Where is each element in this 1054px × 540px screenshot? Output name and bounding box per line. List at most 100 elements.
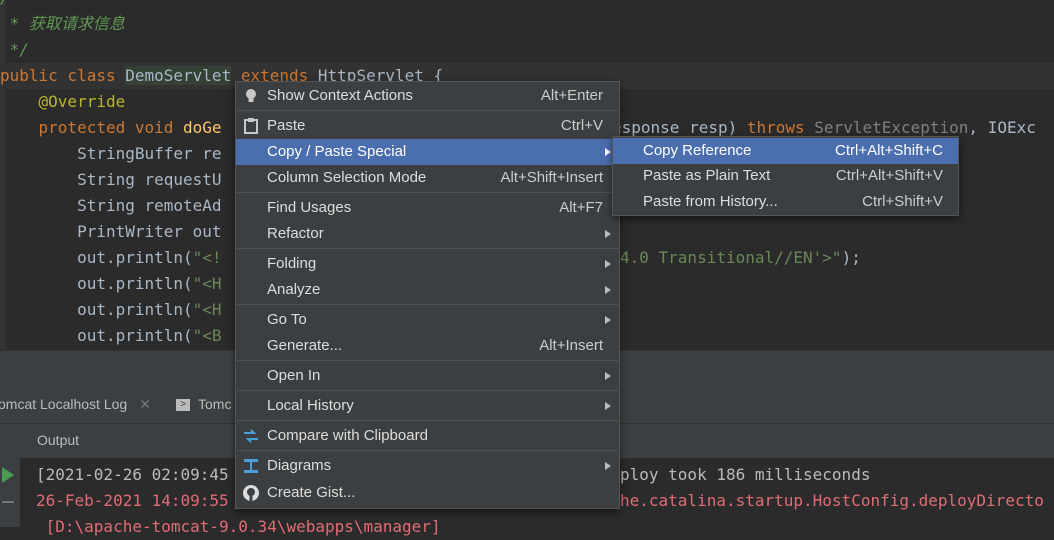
keyword: throws — [746, 118, 815, 137]
submenu-item-copy-reference[interactable]: Copy Reference Ctrl+Alt+Shift+C — [613, 138, 958, 164]
menu-item-shortcut: Alt+Enter — [540, 87, 603, 104]
log-line-2: 26-Feb-2021 14:09:55 — [36, 491, 229, 510]
menu-item-shortcut: Alt+F7 — [559, 199, 603, 216]
menu-item-diagrams[interactable]: Diagrams — [236, 453, 619, 479]
editor-context-menu: Show Context Actions Alt+Enter Paste Ctr… — [235, 81, 620, 509]
code-text: , IOExc — [968, 118, 1036, 137]
menu-item-compare-with-clipboard[interactable]: Compare with Clipboard — [236, 423, 619, 449]
submenu-arrow-icon — [605, 230, 611, 238]
lightbulb-icon — [246, 89, 256, 102]
run-sidebar — [0, 457, 20, 527]
rerun-icon[interactable] — [0, 457, 20, 527]
menu-separator — [237, 390, 618, 391]
menu-item-shortcut: Alt+Shift+Insert — [500, 169, 603, 186]
submenu-arrow-icon — [605, 402, 611, 410]
code-line-13: out.println("<H — [0, 297, 222, 323]
menu-item-label: Paste — [267, 117, 306, 134]
menu-item-analyze[interactable]: Analyze — [236, 277, 619, 303]
method-name: doGe — [183, 118, 222, 137]
submenu-arrow-icon — [605, 286, 611, 294]
menu-separator — [237, 192, 618, 193]
log-line-2-tail: he.catalina.startup.HostConfig.deployDir… — [620, 491, 1044, 510]
menu-item-label: Copy / Paste Special — [267, 143, 407, 160]
menu-item-shortcut: Alt+Insert — [539, 337, 603, 354]
menu-item-label: Open In — [267, 367, 321, 384]
menu-item-label: Folding — [267, 255, 317, 272]
menu-item-label: Copy Reference — [643, 142, 752, 159]
menu-item-paste[interactable]: Paste Ctrl+V — [236, 113, 619, 139]
tab-tomcat-catalina-log[interactable]: > Tomc — [176, 394, 231, 414]
menu-item-folding[interactable]: Folding — [236, 251, 619, 277]
menu-item-column-selection-mode[interactable]: Column Selection Mode Alt+Shift+Insert — [236, 165, 619, 191]
string-literal: "<H — [192, 274, 222, 293]
clipboard-icon — [244, 118, 258, 134]
code-line-3: */ — [0, 40, 29, 59]
menu-item-shortcut: Ctrl+V — [560, 117, 603, 134]
code-line-9: String remoteAd — [0, 196, 222, 215]
menu-item-label: Column Selection Mode — [267, 169, 427, 186]
menu-item-shortcut: Ctrl+Shift+V — [862, 193, 943, 210]
menu-item-refactor[interactable]: Refactor — [236, 221, 619, 247]
submenu-arrow-icon — [605, 462, 611, 470]
menu-item-label: Local History — [267, 397, 354, 414]
menu-item-show-context-actions[interactable]: Show Context Actions Alt+Enter — [236, 83, 619, 109]
menu-separator — [237, 360, 618, 361]
submenu-item-paste-from-history[interactable]: Paste from History... Ctrl+Shift+V — [613, 189, 958, 215]
submenu-arrow-icon — [605, 316, 611, 324]
copy-paste-special-submenu: Copy Reference Ctrl+Alt+Shift+C Paste as… — [612, 136, 959, 216]
menu-item-label: Diagrams — [267, 457, 332, 474]
menu-item-shortcut: Ctrl+Alt+Shift+V — [835, 167, 943, 184]
menu-item-label: Create Gist... — [267, 484, 356, 501]
menu-item-shortcut: Ctrl+Alt+Shift+C — [835, 142, 943, 159]
menu-item-label: Refactor — [267, 225, 324, 242]
menu-item-label: Analyze — [267, 281, 321, 298]
tab-label: Tomc — [198, 396, 232, 412]
menu-separator — [237, 420, 618, 421]
class-name: DemoServlet — [125, 66, 232, 85]
exception-name: ServletException — [814, 118, 969, 137]
keyword: protected void — [0, 118, 184, 137]
string-literal: 4.0 Transitional//EN'>" — [620, 248, 842, 267]
code-text: ); — [841, 248, 861, 267]
string-literal: "<H — [192, 300, 222, 319]
close-icon[interactable]: ✕ — [139, 396, 151, 412]
menu-item-label: Paste as Plain Text — [643, 167, 771, 184]
tab-tomcat-localhost-log[interactable]: omcat Localhost Log ✕ — [0, 394, 151, 414]
menu-item-go-to[interactable]: Go To — [236, 307, 619, 333]
menu-item-label: Find Usages — [267, 199, 352, 216]
submenu-arrow-icon — [605, 148, 611, 156]
menu-item-label: Go To — [267, 311, 307, 328]
compare-icon — [244, 429, 258, 443]
menu-item-generate[interactable]: Generate... Alt+Insert — [236, 333, 619, 359]
code-text: out.println( — [0, 248, 193, 267]
menu-item-copy-paste-special[interactable]: Copy / Paste Special — [236, 139, 619, 165]
menu-item-label: Paste from History... — [643, 193, 778, 210]
tab-label: omcat Localhost Log — [0, 396, 128, 412]
submenu-item-paste-as-plain-text[interactable]: Paste as Plain Text Ctrl+Alt+Shift+V — [613, 163, 958, 189]
menu-item-find-usages[interactable]: Find Usages Alt+F7 — [236, 195, 619, 221]
log-line-1-tail: ploy took 186 milliseconds — [620, 465, 871, 484]
submenu-arrow-icon — [605, 260, 611, 268]
output-label: Output — [37, 432, 80, 448]
log-text: [2021-02-26 02:09:45 — [36, 465, 229, 484]
code-line-2: * 获取请求信息 — [0, 14, 125, 33]
code-line-7: StringBuffer re — [0, 144, 222, 163]
menu-item-open-in[interactable]: Open In — [236, 363, 619, 389]
menu-item-label: Generate... — [267, 337, 343, 354]
code-line-11: out.println("<! — [0, 245, 222, 271]
code-line-5: @Override — [0, 92, 126, 111]
code-line-11-tail: 4.0 Transitional//EN'>"); — [620, 245, 861, 271]
code-line-14: out.println("<B — [0, 323, 222, 349]
menu-item-local-history[interactable]: Local History — [236, 393, 619, 419]
menu-item-create-gist[interactable]: Create Gist... — [236, 480, 619, 506]
diagram-icon — [244, 459, 258, 473]
code-line-12: out.println("<H — [0, 271, 222, 297]
menu-item-label: Show Context Actions — [267, 87, 413, 104]
log-line-1: [2021-02-26 02:09:45 — [36, 462, 229, 488]
submenu-arrow-icon — [605, 372, 611, 380]
code-line-1: /** — [0, 0, 29, 11]
string-literal: "<! — [192, 248, 222, 267]
code-line-8: String requestU — [0, 170, 222, 189]
terminal-icon: > — [176, 399, 190, 412]
keyword: public class — [0, 66, 126, 85]
